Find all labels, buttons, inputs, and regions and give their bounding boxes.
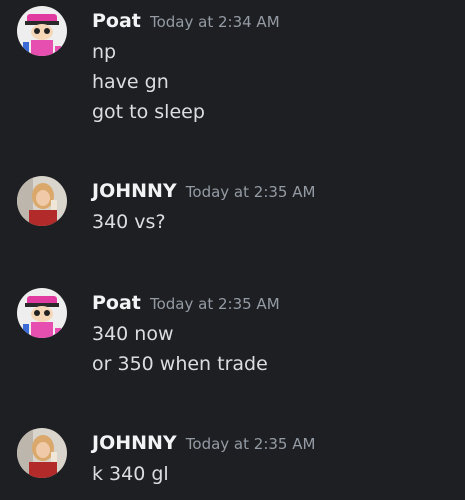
avatar[interactable]	[17, 428, 67, 478]
message-content: 340 now or 350 when trade	[92, 319, 268, 379]
photo-woman-avatar-icon	[17, 428, 67, 478]
message-header: JOHNNY Today at 2:35 AM	[92, 430, 315, 456]
message-line: k 340 gl	[92, 463, 169, 485]
message-line: 340 vs?	[92, 211, 166, 233]
message-line: 340 now	[92, 323, 174, 345]
username[interactable]: JOHNNY	[92, 432, 177, 454]
timestamp: Today at 2:35 AM	[185, 435, 316, 453]
avatar[interactable]	[17, 288, 67, 338]
username[interactable]: Poat	[92, 292, 141, 314]
message-line: got to sleep	[92, 101, 205, 123]
message-line: np	[92, 41, 117, 63]
message-header: Poat Today at 2:35 AM	[92, 290, 280, 316]
avatar[interactable]	[17, 6, 67, 56]
message-line: or 350 when trade	[92, 353, 268, 375]
message-content: 340 vs?	[92, 207, 166, 237]
message-line: have gn	[92, 71, 169, 93]
avatar[interactable]	[17, 176, 67, 226]
cartoon-character-avatar-icon	[17, 288, 67, 338]
message-content: k 340 gl	[92, 459, 169, 489]
cartoon-character-avatar-icon	[17, 6, 67, 56]
message-header: Poat Today at 2:34 AM	[92, 8, 280, 34]
message-header: JOHNNY Today at 2:35 AM	[92, 178, 315, 204]
timestamp: Today at 2:35 AM	[185, 183, 316, 201]
username[interactable]: JOHNNY	[92, 180, 177, 202]
photo-woman-avatar-icon	[17, 176, 67, 226]
timestamp: Today at 2:35 AM	[149, 295, 280, 313]
username[interactable]: Poat	[92, 10, 141, 32]
timestamp: Today at 2:34 AM	[149, 13, 280, 31]
message-content: np have gn got to sleep	[92, 37, 205, 127]
